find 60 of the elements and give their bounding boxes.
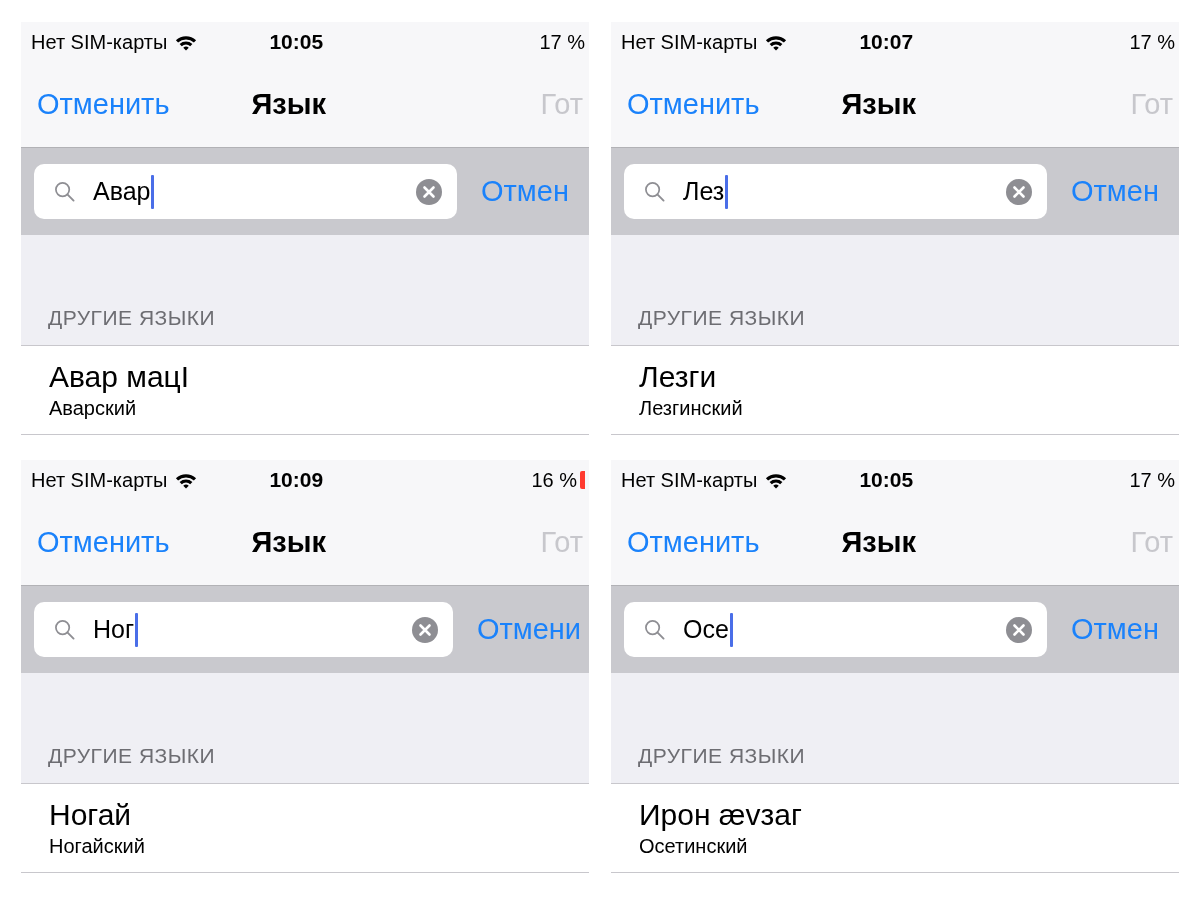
clock-time: 10:07 — [859, 30, 914, 54]
language-name: Ногайский — [49, 834, 146, 859]
language-native-name: Авар мацӀ — [49, 359, 191, 395]
clear-icon[interactable] — [1006, 616, 1032, 643]
clock-time: 10:05 — [269, 30, 324, 54]
search-text: Ног — [93, 615, 135, 644]
cancel-button[interactable]: Отменить — [37, 526, 170, 559]
section-header: ДРУГИЕ ЯЗЫКИ — [48, 744, 216, 768]
cancel-button[interactable]: Отменить — [627, 88, 760, 121]
clock-time: 10:09 — [269, 468, 324, 492]
search-field[interactable]: Осе — [624, 602, 1047, 657]
cancel-button[interactable]: Отменить — [627, 526, 760, 559]
section-header: ДРУГИЕ ЯЗЫКИ — [638, 306, 806, 330]
screen-title: Язык — [251, 526, 327, 559]
search-cancel-button[interactable]: Отмени — [476, 613, 581, 646]
language-native-name: Лезги — [639, 359, 718, 395]
language-native-name: Ирон ævзаг — [639, 797, 803, 833]
carrier-label: Нет SIM-карты — [31, 30, 168, 54]
search-cancel-button[interactable]: Отмен — [481, 175, 569, 208]
language-native-name: Ногай — [49, 797, 133, 833]
battery-percent: 17 % — [1129, 468, 1175, 492]
cancel-button[interactable]: Отменить — [37, 88, 170, 121]
carrier-label: Нет SIM-карты — [621, 468, 758, 492]
search-icon — [644, 181, 665, 202]
screen-title: Язык — [251, 88, 327, 121]
section-header: ДРУГИЕ ЯЗЫКИ — [638, 744, 806, 768]
search-icon — [644, 619, 665, 640]
search-cancel-button[interactable]: Отмен — [1071, 175, 1159, 208]
search-icon — [54, 619, 75, 640]
section-header: ДРУГИЕ ЯЗЫКИ — [48, 306, 216, 330]
screen-title: Язык — [841, 526, 917, 559]
clear-icon[interactable] — [411, 616, 438, 643]
clear-icon[interactable] — [1006, 178, 1032, 205]
clear-icon[interactable] — [416, 178, 442, 205]
search-field[interactable]: Авар — [34, 164, 457, 219]
search-text: Осе — [683, 615, 729, 644]
wifi-icon — [765, 471, 788, 489]
clock-time: 10:05 — [859, 468, 914, 492]
search-field[interactable]: Ног — [34, 602, 453, 657]
carrier-label: Нет SIM-карты — [621, 30, 758, 54]
search-icon — [54, 181, 75, 202]
language-name: Аварский — [49, 396, 138, 421]
search-text: Лез — [683, 177, 725, 206]
search-field[interactable]: Лез — [624, 164, 1047, 219]
wifi-icon — [765, 33, 788, 51]
battery-percent: 17 % — [539, 30, 585, 54]
battery-percent: 16 % — [531, 468, 577, 492]
wifi-icon — [175, 33, 198, 51]
language-name: Осетинский — [639, 834, 749, 859]
wifi-icon — [175, 471, 198, 489]
search-cancel-button[interactable]: Отмен — [1071, 613, 1159, 646]
language-row[interactable]: Ирон ævзаг Осетинский — [611, 784, 1179, 873]
carrier-label: Нет SIM-карты — [31, 468, 168, 492]
language-row[interactable]: Лезги Лезгинский — [611, 346, 1179, 435]
language-name: Лезгинский — [639, 396, 744, 421]
language-row[interactable]: Авар мацӀ Аварский — [21, 346, 589, 435]
language-row[interactable]: Ногай Ногайский — [21, 784, 589, 873]
battery-percent: 17 % — [1129, 30, 1175, 54]
search-text: Авар — [93, 177, 151, 206]
screen-title: Язык — [841, 88, 917, 121]
